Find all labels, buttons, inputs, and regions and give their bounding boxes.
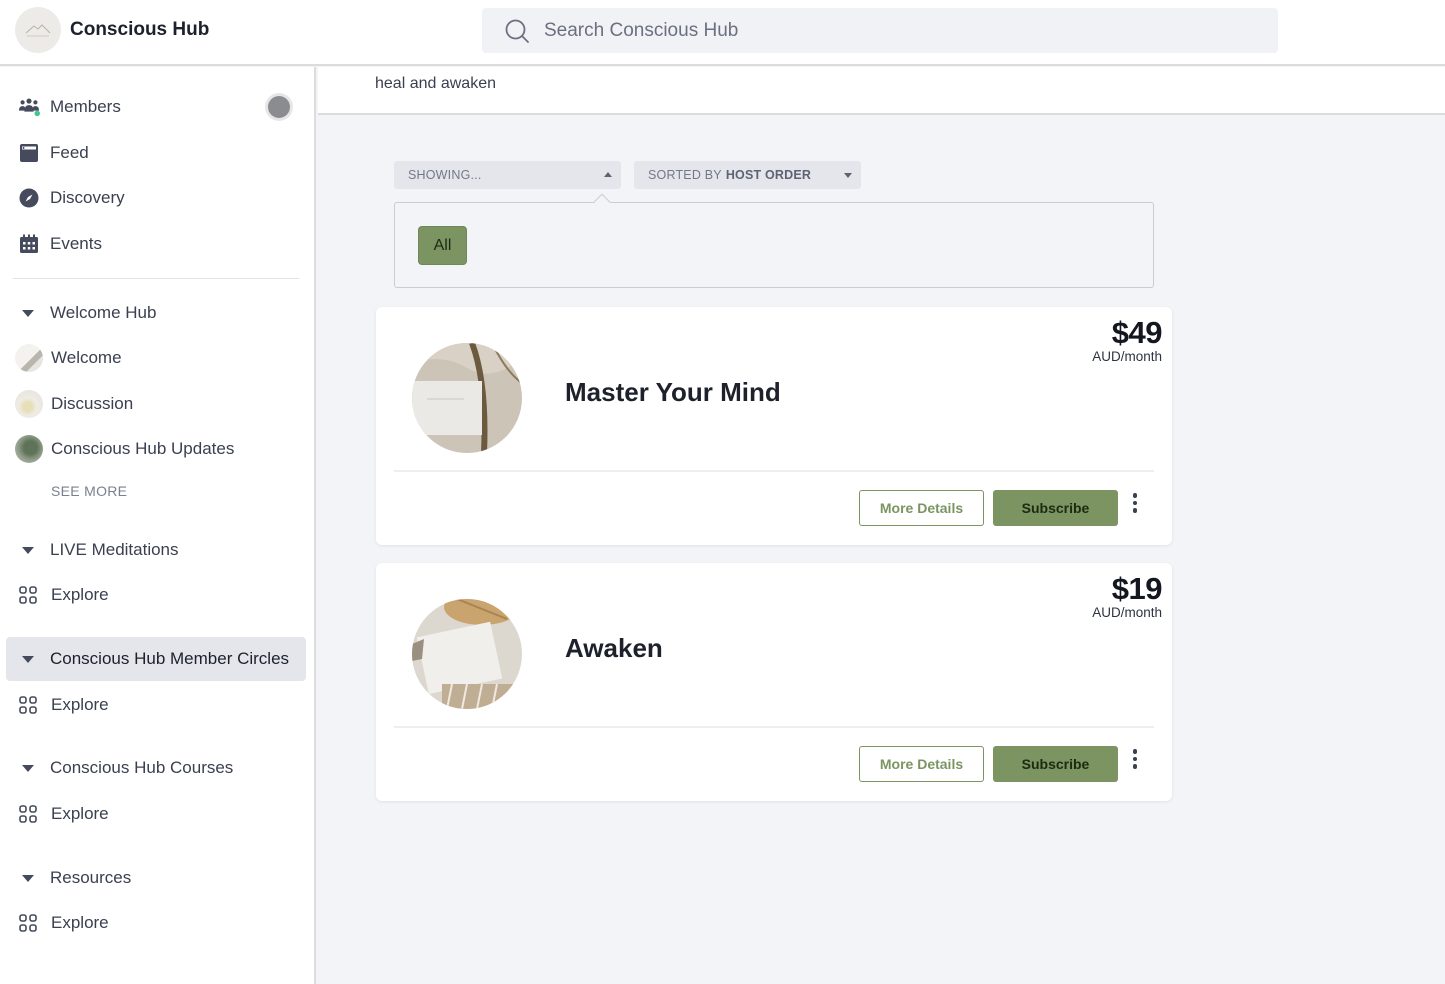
feed-icon: [18, 142, 40, 164]
space-label: Conscious Hub Updates: [51, 439, 235, 458]
plan-period: AUD/month: [1092, 605, 1162, 620]
space-thumbnail: [15, 390, 43, 418]
grid-icon: [19, 914, 37, 932]
showing-label: SHOWING...: [408, 168, 482, 182]
explore-label: Explore: [51, 695, 109, 714]
sort-value: HOST ORDER: [725, 168, 812, 182]
plan-price: $49: [1111, 315, 1163, 350]
top-bar: Conscious Hub: [0, 0, 1445, 66]
grid-icon: [19, 805, 37, 823]
more-details-button[interactable]: More Details: [859, 746, 984, 782]
subscribe-button[interactable]: Subscribe: [993, 746, 1118, 782]
explore-label: Explore: [51, 913, 109, 932]
sidebar: Members Feed Discovery Events Welcome Hu…: [0, 67, 316, 984]
grid-icon: [19, 696, 37, 714]
more-details-button[interactable]: More Details: [859, 490, 984, 526]
plan-period: AUD/month: [1092, 349, 1162, 364]
explore-label: Explore: [51, 585, 109, 604]
plan-image: [412, 343, 522, 453]
explore-courses[interactable]: Explore: [0, 794, 306, 834]
explore-live-meditations[interactable]: Explore: [0, 575, 306, 615]
plan-card: Master Your Mind $49 AUD/month More Deta…: [376, 307, 1172, 545]
sidebar-item-label: Members: [50, 97, 121, 116]
plan-image: [412, 599, 522, 709]
filter-chip-all[interactable]: All: [418, 226, 467, 265]
plan-title: Awaken: [565, 633, 663, 663]
caret-down-icon: [22, 546, 34, 554]
subscribe-button[interactable]: Subscribe: [993, 490, 1118, 526]
plan-card: Awaken $19 AUD/month More Details Subscr…: [376, 563, 1172, 801]
more-options-icon[interactable]: [1128, 490, 1142, 516]
search-input[interactable]: [544, 8, 1244, 53]
sidebar-item-label: Events: [50, 234, 102, 253]
sidebar-item-events[interactable]: Events: [0, 224, 306, 264]
space-welcome[interactable]: Welcome: [0, 338, 306, 378]
group-member-circles[interactable]: Conscious Hub Member Circles: [6, 637, 306, 681]
sidebar-item-discovery[interactable]: Discovery: [0, 178, 306, 218]
group-resources[interactable]: Resources: [6, 856, 306, 900]
caret-up-icon: [604, 172, 612, 177]
sort-dropdown[interactable]: SORTED BY HOST ORDER: [634, 161, 861, 189]
grid-icon: [19, 586, 37, 604]
see-more-link[interactable]: SEE MORE: [51, 483, 127, 499]
sidebar-item-members[interactable]: Members: [0, 87, 306, 127]
sort-prefix: SORTED BY: [648, 168, 722, 182]
explore-label: Explore: [51, 804, 109, 823]
calendar-icon: [18, 233, 40, 255]
caret-down-icon: [22, 874, 34, 882]
group-label: Welcome Hub: [50, 303, 157, 322]
space-header: heal and awaken: [318, 67, 1445, 115]
brand-name[interactable]: Conscious Hub: [70, 19, 209, 41]
brand-logo[interactable]: [15, 7, 61, 53]
space-tagline: heal and awaken: [375, 75, 496, 92]
card-divider: [394, 726, 1154, 728]
sidebar-item-label: Discovery: [50, 188, 125, 207]
group-label: Conscious Hub Member Circles: [50, 649, 290, 668]
explore-resources[interactable]: Explore: [0, 903, 306, 943]
space-thumbnail: [15, 344, 43, 372]
caret-down-icon: [22, 309, 34, 317]
more-options-icon[interactable]: [1128, 746, 1142, 772]
sidebar-divider: [13, 278, 299, 279]
filter-panel: All: [394, 193, 1154, 288]
group-live-meditations[interactable]: LIVE Meditations: [6, 528, 306, 572]
group-label: LIVE Meditations: [50, 540, 179, 559]
card-divider: [394, 470, 1154, 472]
group-label: Resources: [50, 868, 132, 887]
compass-icon: [18, 187, 40, 209]
group-label: Conscious Hub Courses: [50, 758, 234, 777]
sidebar-item-feed[interactable]: Feed: [0, 133, 306, 173]
members-icon: [18, 96, 40, 118]
search-bar[interactable]: [482, 8, 1278, 53]
panel-notch: [593, 193, 611, 211]
plan-price: $19: [1111, 571, 1163, 606]
caret-down-icon: [22, 655, 34, 663]
sidebar-item-label: Feed: [50, 143, 89, 162]
presence-toggle[interactable]: [268, 96, 290, 118]
space-label: Discussion: [51, 394, 134, 413]
logo-mountain-icon: [25, 24, 51, 37]
space-discussion[interactable]: Discussion: [0, 384, 306, 424]
search-icon: [505, 19, 529, 43]
caret-down-icon: [844, 173, 852, 178]
plan-title: Master Your Mind: [565, 377, 781, 407]
showing-filter-dropdown[interactable]: SHOWING...: [394, 161, 621, 189]
caret-down-icon: [22, 764, 34, 772]
group-welcome-hub[interactable]: Welcome Hub: [6, 291, 306, 335]
explore-member-circles[interactable]: Explore: [0, 685, 306, 725]
space-label: Welcome: [51, 348, 122, 367]
space-conscious-hub-updates[interactable]: Conscious Hub Updates: [0, 429, 306, 469]
group-courses[interactable]: Conscious Hub Courses: [6, 746, 306, 790]
space-thumbnail: [15, 435, 43, 463]
